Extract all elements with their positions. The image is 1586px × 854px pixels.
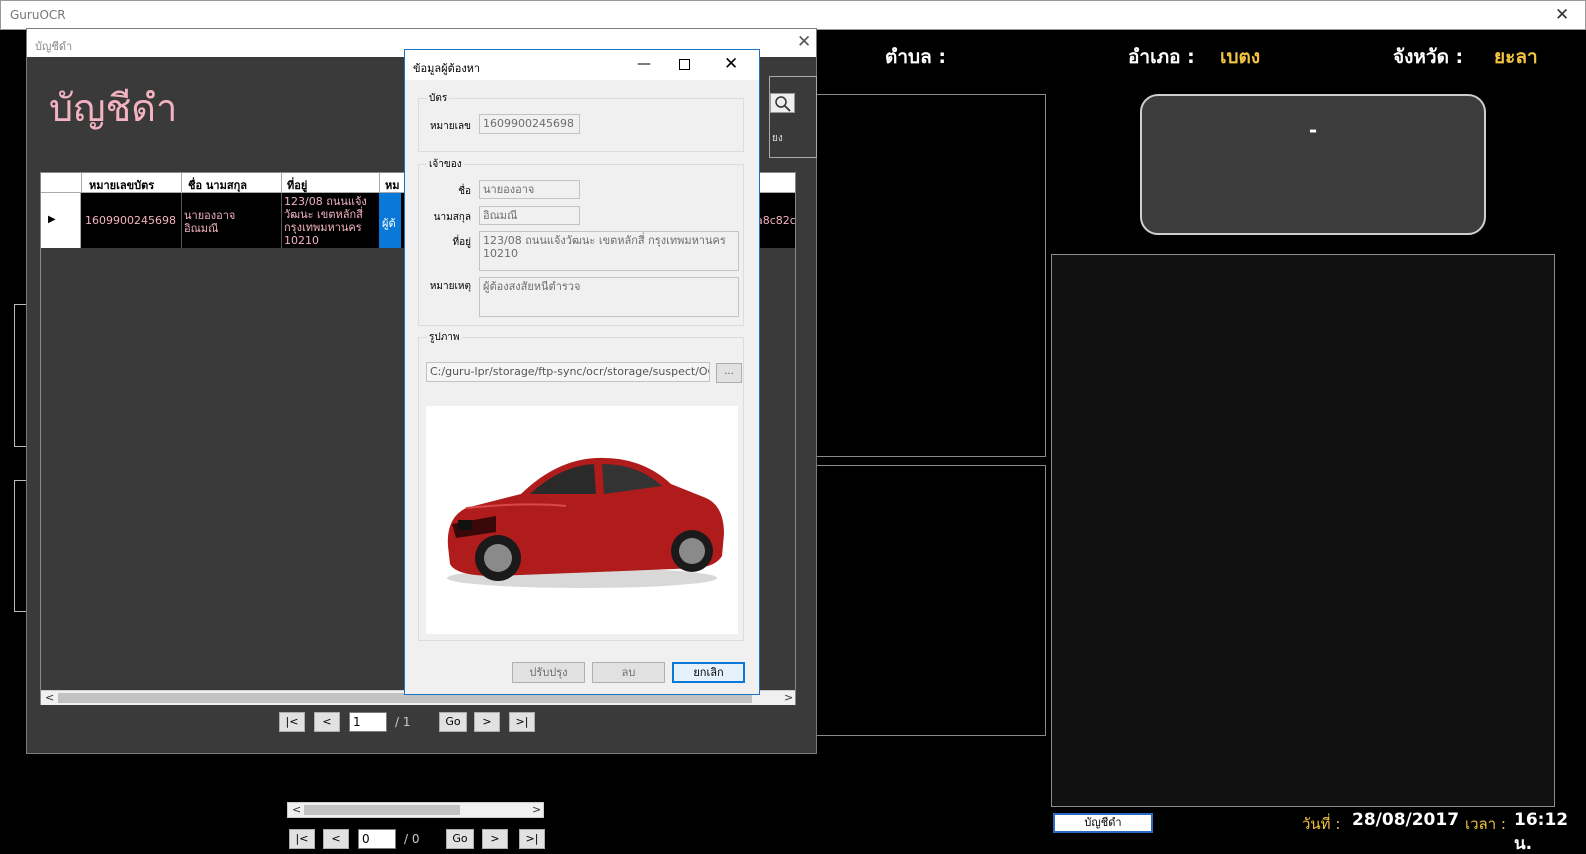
header-separator bbox=[379, 173, 380, 193]
scroll-left-icon[interactable]: < bbox=[292, 803, 301, 816]
time-label: เวลา : bbox=[1465, 815, 1506, 833]
col-note-header[interactable]: หม bbox=[385, 176, 400, 194]
dialog-title: ข้อมูลผู้ต้องหา bbox=[413, 62, 481, 75]
date-label: วันที่ : bbox=[1302, 815, 1341, 833]
bl-page-input[interactable]: 1 bbox=[349, 712, 387, 732]
surname-field[interactable]: อิณมณี bbox=[479, 206, 580, 225]
row-pointer-icon: ▶ bbox=[48, 214, 56, 225]
main-page-total: / 0 bbox=[404, 832, 420, 846]
camera-panel-bottom bbox=[815, 465, 1046, 736]
minimize-icon[interactable]: — bbox=[637, 56, 651, 72]
id-field[interactable]: 1609900245698 bbox=[479, 114, 580, 134]
cell-separator bbox=[181, 193, 182, 248]
bl-page-total: / 1 bbox=[395, 715, 411, 729]
row-note-cell: ผู้ต้ bbox=[379, 193, 401, 248]
owner-group: เจ้าของ ชื่อ นายองอาจ นามสกุล อิณมณี ที่… bbox=[418, 157, 744, 326]
col-address-header[interactable]: ที่อยู่ bbox=[287, 176, 307, 194]
date-value: 28/08/2017 bbox=[1352, 810, 1460, 830]
update-button[interactable]: ปรับปรุง bbox=[512, 662, 585, 683]
address-field[interactable]: 123/08 ถนนแจ้งวัฒนะ เขตหลักสี่ กรุงเทพมห… bbox=[479, 231, 739, 271]
search-group: ยง bbox=[769, 76, 817, 158]
search-hint: ยง bbox=[772, 133, 783, 144]
delete-button[interactable]: ลบ bbox=[592, 662, 665, 683]
owner-group-label: เจ้าของ bbox=[427, 157, 464, 172]
plate-display-value: - bbox=[1308, 118, 1318, 142]
main-prev-button[interactable]: < bbox=[323, 829, 349, 849]
row-name-line2: อิณมณี bbox=[184, 222, 219, 235]
search-button[interactable] bbox=[770, 93, 795, 113]
main-page-input[interactable]: 0 bbox=[358, 829, 396, 849]
image-panel bbox=[1051, 254, 1555, 807]
search-icon bbox=[775, 96, 791, 112]
amphoe-label: อำเภอ : bbox=[1128, 46, 1195, 68]
tambon-label: ตำบล : bbox=[885, 46, 946, 68]
bl-first-button[interactable]: |< bbox=[279, 712, 305, 732]
address-label: ที่อยู่ bbox=[452, 237, 471, 248]
note-field[interactable]: ผู้ต้องสงสัยหนีตำรวจ bbox=[479, 277, 739, 317]
main-next-button[interactable]: > bbox=[482, 829, 508, 849]
header-separator bbox=[281, 173, 282, 193]
row-address-line2: วัฒนะ เขตหลักสี่ bbox=[284, 208, 363, 221]
col-name-header[interactable]: ชื่อ นามสกุล bbox=[188, 176, 247, 194]
main-last-button[interactable]: >| bbox=[519, 829, 545, 849]
blacklist-close-icon[interactable]: ✕ bbox=[797, 32, 811, 52]
name-field[interactable]: นายองอาจ bbox=[479, 180, 580, 199]
car-icon bbox=[447, 457, 724, 588]
amphoe-value: เบตง bbox=[1220, 46, 1261, 68]
header-separator bbox=[81, 173, 82, 193]
grid-scroll-left-icon[interactable]: < bbox=[45, 691, 54, 704]
col-id-header[interactable]: หมายเลขบัตร bbox=[89, 176, 154, 194]
suspect-dialog: ข้อมูลผู้ต้องหา — ✕ บัตร หมายเลข 1609900… bbox=[404, 49, 760, 695]
id-label: หมายเลข bbox=[429, 121, 471, 132]
surname-label: นามสกุล bbox=[433, 212, 471, 223]
province-label: จังหวัด : bbox=[1393, 46, 1464, 68]
time-value: 16:12 น. bbox=[1514, 810, 1569, 854]
cell-separator bbox=[281, 193, 282, 248]
bl-prev-button[interactable]: < bbox=[314, 712, 340, 732]
main-hscrollbar[interactable]: < > bbox=[287, 802, 544, 818]
plate-display-box: - bbox=[1140, 94, 1486, 235]
bl-last-button[interactable]: >| bbox=[509, 712, 535, 732]
blacklist-window-title: บัญชีดำ bbox=[35, 40, 73, 53]
image-path-field[interactable]: C:/guru-lpr/storage/ftp-sync/ocr/storage… bbox=[426, 362, 710, 382]
image-group-label: รูปภาพ bbox=[427, 330, 462, 345]
row-address-line1: 123/08 ถนนแจ้ง bbox=[284, 195, 367, 208]
dialog-titlebar: ข้อมูลผู้ต้องหา — ✕ bbox=[405, 50, 759, 80]
suspect-car-image bbox=[426, 406, 738, 634]
row-selector[interactable]: ▶ bbox=[41, 193, 81, 248]
grid-scroll-right-icon[interactable]: > bbox=[784, 691, 793, 704]
bl-next-button[interactable]: > bbox=[474, 712, 500, 732]
maximize-icon[interactable] bbox=[679, 59, 690, 70]
row-address-line3: กรุงเทพมหานคร bbox=[284, 221, 362, 234]
row-name-line1: นายองอาจ bbox=[184, 209, 236, 222]
dialog-close-icon[interactable]: ✕ bbox=[724, 54, 738, 74]
app-root: GuruOCR ✕ ตำบล : อำเภอ : เบตง จังหวัด : … bbox=[0, 0, 1586, 854]
card-group: บัตร หมายเลข 1609900245698 bbox=[418, 91, 744, 152]
note-label: หมายเหตุ bbox=[429, 281, 471, 292]
header-separator bbox=[181, 173, 182, 193]
name-label: ชื่อ bbox=[458, 186, 471, 197]
main-titlebar: GuruOCR ✕ bbox=[0, 0, 1586, 30]
camera-panel-top bbox=[815, 94, 1046, 457]
card-group-label: บัตร bbox=[427, 91, 450, 106]
row-address-line4: 10210 bbox=[284, 234, 319, 247]
row-id-cell: 1609900245698 bbox=[85, 214, 176, 227]
main-go-button[interactable]: Go bbox=[446, 829, 474, 849]
bl-go-button[interactable]: Go bbox=[439, 712, 467, 732]
cancel-button[interactable]: ยกเลิก bbox=[672, 662, 745, 683]
app-title: GuruOCR bbox=[10, 8, 66, 22]
scroll-right-icon[interactable]: > bbox=[532, 803, 541, 816]
main-first-button[interactable]: |< bbox=[289, 829, 315, 849]
main-close-icon[interactable]: ✕ bbox=[1555, 5, 1569, 25]
main-hscroll-thumb[interactable] bbox=[304, 805, 460, 815]
blacklist-heading: บัญชีดำ bbox=[49, 86, 178, 130]
blacklist-button[interactable]: บัญชีดำ bbox=[1053, 813, 1153, 833]
province-value: ยะลา bbox=[1494, 46, 1538, 68]
browse-button[interactable]: ... bbox=[716, 363, 742, 383]
